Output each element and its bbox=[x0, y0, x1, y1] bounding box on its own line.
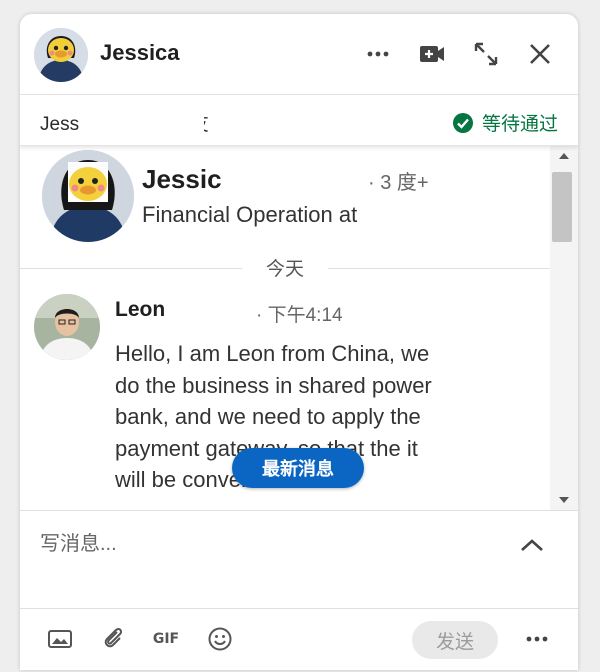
compose-toolbar: GIF 发送 bbox=[20, 608, 578, 670]
chevron-up-icon bbox=[521, 539, 543, 551]
send-button[interactable]: 发送 bbox=[412, 621, 498, 659]
attach-file-button[interactable] bbox=[98, 623, 130, 655]
expand-compose-button[interactable] bbox=[516, 529, 548, 561]
messaging-window: Jessica na Jess 等待通过 Jessic a · 3 度+ Fin… bbox=[20, 14, 578, 670]
triangle-up-icon bbox=[559, 153, 569, 159]
date-divider-right bbox=[328, 268, 550, 269]
redaction-block bbox=[84, 105, 204, 135]
paperclip-icon bbox=[104, 627, 123, 648]
emoji-button[interactable] bbox=[204, 623, 236, 655]
profile-headline: Financial Operation at bbox=[142, 202, 358, 227]
redaction-block bbox=[226, 156, 352, 196]
more-options-button[interactable] bbox=[362, 36, 394, 72]
compose-area[interactable] bbox=[20, 510, 578, 608]
pending-status-label: 等待通过 bbox=[481, 114, 558, 135]
new-messages-button[interactable]: 最新消息 bbox=[232, 448, 364, 488]
gif-button[interactable]: GIF bbox=[150, 623, 182, 655]
compose-more-button[interactable] bbox=[520, 623, 554, 655]
close-button[interactable] bbox=[524, 36, 556, 72]
conversation-header[interactable]: Jessica na bbox=[20, 14, 578, 94]
scroll-up-button[interactable] bbox=[550, 146, 578, 166]
expand-button[interactable] bbox=[470, 36, 502, 72]
sender-avatar[interactable] bbox=[34, 294, 100, 360]
scroll-down-button[interactable] bbox=[550, 490, 578, 510]
more-icon bbox=[367, 51, 389, 57]
redaction-block bbox=[170, 294, 256, 326]
message-sender[interactable]: Leon bbox=[115, 298, 165, 322]
emoji-icon bbox=[208, 627, 232, 651]
video-call-button[interactable] bbox=[416, 36, 448, 72]
date-divider-label: 今天 bbox=[250, 254, 320, 281]
gif-icon: GIF bbox=[152, 631, 180, 647]
message-input[interactable] bbox=[40, 533, 480, 556]
video-icon bbox=[420, 46, 444, 62]
pending-status: 等待通过 bbox=[452, 109, 558, 136]
check-circle-icon bbox=[452, 112, 473, 133]
profile-avatar[interactable] bbox=[42, 150, 134, 242]
attach-image-button[interactable] bbox=[44, 623, 76, 655]
triangle-down-icon bbox=[559, 497, 569, 503]
contact-avatar[interactable] bbox=[34, 28, 88, 82]
close-icon bbox=[530, 44, 550, 64]
scrollbar[interactable] bbox=[550, 146, 578, 510]
message-timestamp: · 下午4:14 bbox=[256, 305, 343, 326]
profile-card[interactable]: Jessic a · 3 度+ Financial Operation at bbox=[20, 146, 550, 268]
conversation-thread[interactable]: Jessic a · 3 度+ Financial Operation at 今… bbox=[20, 146, 578, 510]
connection-status-banner: Jess a尚未成为好友 等待通过 bbox=[20, 94, 578, 146]
more-icon bbox=[526, 636, 548, 642]
image-icon bbox=[48, 630, 72, 648]
scroll-thumb[interactable] bbox=[552, 172, 572, 242]
connection-degree: · 3 度+ bbox=[368, 172, 429, 194]
redaction-block bbox=[182, 36, 278, 70]
expand-icon bbox=[474, 42, 498, 66]
date-divider-left bbox=[20, 268, 242, 269]
